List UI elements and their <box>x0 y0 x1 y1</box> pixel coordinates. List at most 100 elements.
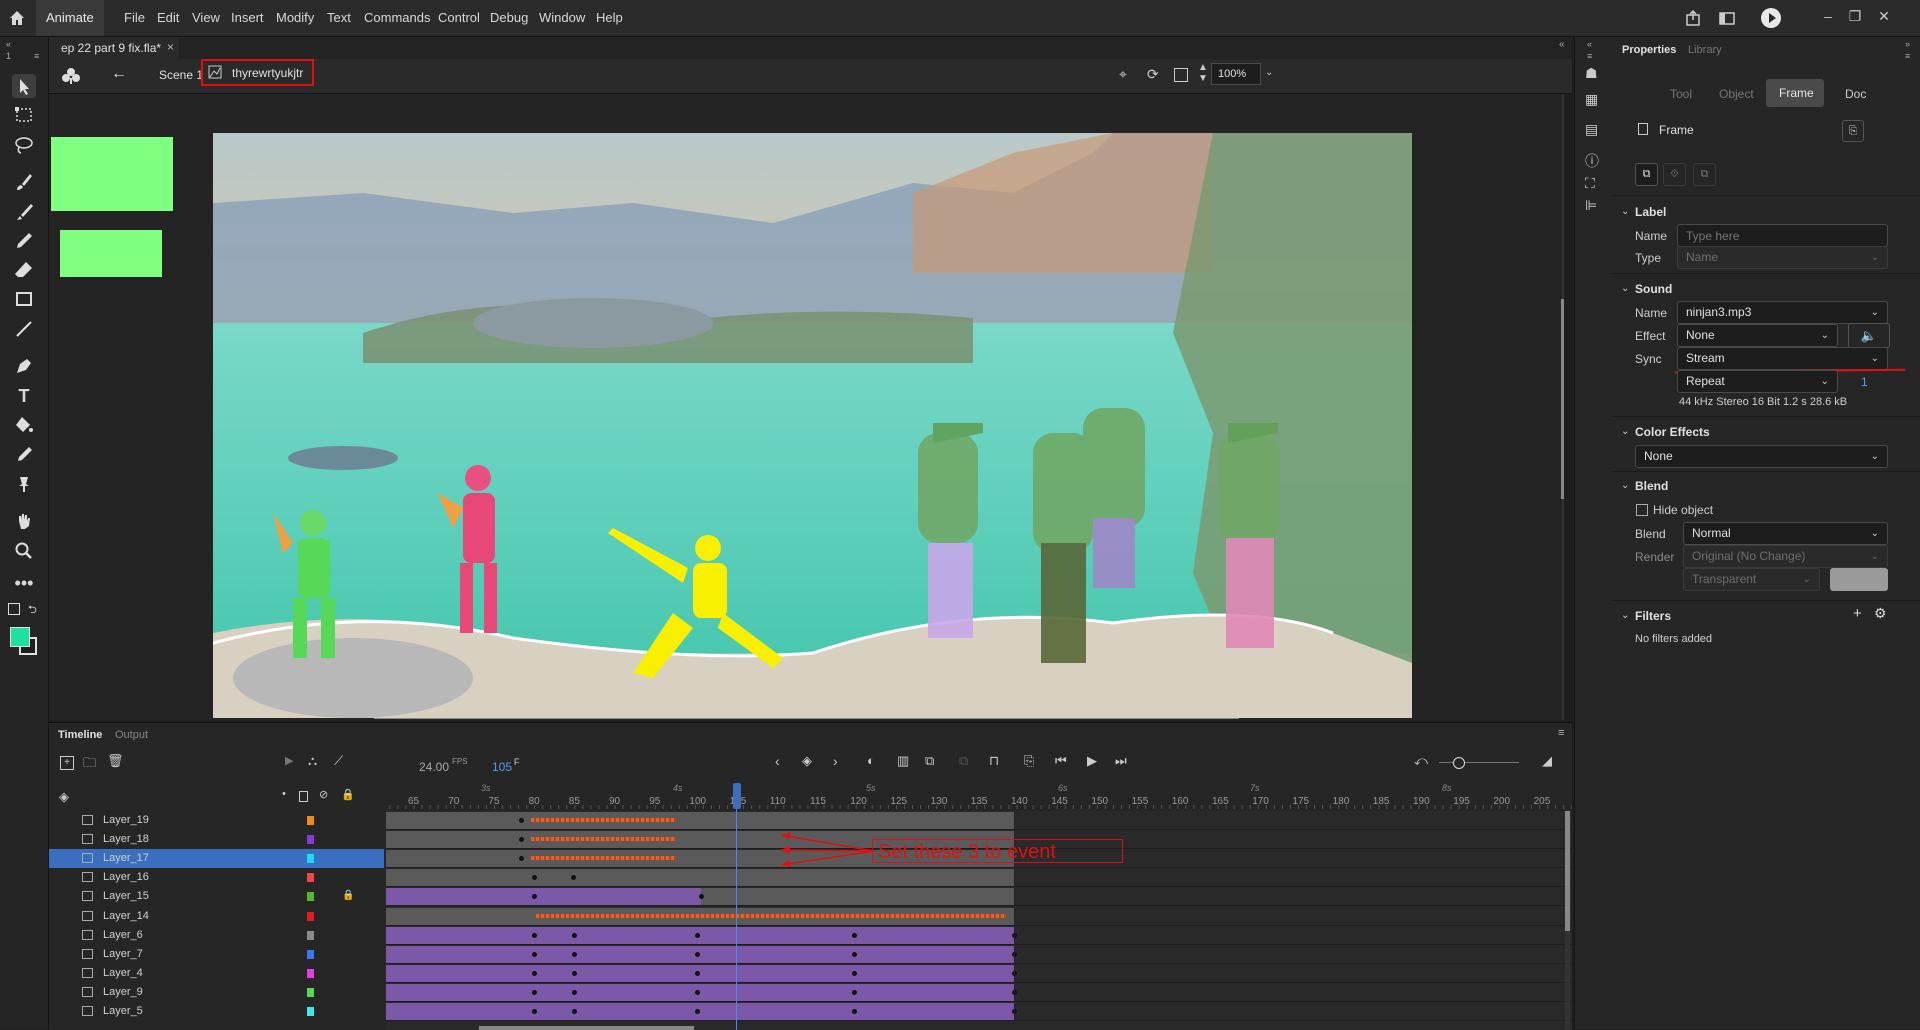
pasteboard-vertical-scrollbar[interactable] <box>1561 94 1564 720</box>
default-colors-icon[interactable]: ⮌ <box>28 601 37 620</box>
info-icon[interactable]: ⓘ <box>1585 151 1599 171</box>
insert-frame-icon[interactable]: ⊓ <box>989 753 999 769</box>
create-tween-icon[interactable]: ⧉ <box>925 753 934 769</box>
layer-color-swatch[interactable] <box>307 816 314 825</box>
layer-row[interactable]: Layer_6 <box>49 926 384 945</box>
layer-row[interactable]: Layer_17 <box>49 849 384 869</box>
collapse-toolbar-icon[interactable]: « <box>6 39 11 49</box>
subtab-frame[interactable]: Frame <box>1766 79 1824 107</box>
lasso-tool-icon[interactable] <box>12 133 36 157</box>
timeline-menu-icon[interactable]: ≡ <box>1558 727 1564 739</box>
stage-canvas[interactable] <box>213 133 1412 718</box>
zoom-field[interactable]: 100% <box>1211 63 1261 85</box>
frame-row[interactable] <box>386 1002 1572 1021</box>
frame-row[interactable] <box>386 983 1572 1002</box>
sound-effect-dropdown[interactable]: None ⌄ <box>1677 324 1838 347</box>
zoom-tool-icon[interactable] <box>12 539 36 563</box>
keyframe-dot[interactable] <box>572 970 577 976</box>
menu-file[interactable]: File <box>124 10 145 25</box>
color-effects-dropdown[interactable]: None ⌄ <box>1635 445 1888 468</box>
timeline-zoom-slider[interactable] <box>1439 757 1519 769</box>
menu-commands[interactable]: Commands <box>364 10 430 25</box>
sound-section-chevron[interactable]: ⌄ <box>1621 283 1629 294</box>
center-frame-icon[interactable]: ⤺ <box>1414 753 1428 769</box>
keyframe-dot[interactable] <box>519 818 524 823</box>
layer-color-swatch[interactable] <box>307 911 314 921</box>
eyedropper-tool-icon[interactable] <box>12 443 36 467</box>
sound-name-dropdown[interactable]: ninjan3.mp3 ⌄ <box>1677 301 1888 324</box>
label-section-chevron[interactable]: ⌄ <box>1621 206 1629 217</box>
tab-properties[interactable]: Properties <box>1622 44 1676 56</box>
frame-options-icon[interactable]: ⎘ <box>1842 120 1864 142</box>
layer-color-swatch[interactable] <box>307 854 314 864</box>
fps-value[interactable]: 24.00 <box>419 760 449 774</box>
menu-view[interactable]: View <box>192 10 220 25</box>
menu-control[interactable]: Control <box>438 10 480 25</box>
text-tool-icon[interactable]: T <box>12 384 36 408</box>
workspace-icon[interactable] <box>1718 9 1736 27</box>
app-name-button[interactable]: Animate <box>36 0 104 36</box>
layer-color-swatch[interactable] <box>307 987 314 997</box>
frame-span[interactable] <box>386 983 1014 1001</box>
layer-row[interactable]: Layer_7 <box>49 945 384 964</box>
keyframe-dot[interactable] <box>532 951 537 957</box>
classic-brush-tool-icon[interactable] <box>12 200 36 224</box>
align-icon[interactable]: ⊫ <box>1585 197 1597 214</box>
frame-span[interactable] <box>386 869 1014 887</box>
label-type-dropdown[interactable]: Name ⌄ <box>1677 246 1888 269</box>
restore-icon[interactable]: ❐ <box>1845 6 1865 26</box>
assets-icon[interactable]: ☗ <box>1585 65 1598 82</box>
next-keyframe-icon[interactable]: › <box>833 753 838 769</box>
transform-icon[interactable]: ⛶ <box>1585 175 1595 192</box>
keyframe-dot[interactable] <box>852 1009 857 1014</box>
blend-dropdown[interactable]: Normal ⌄ <box>1683 522 1888 545</box>
selection-tool-icon[interactable] <box>12 74 36 98</box>
rotate-stage-icon[interactable]: ⟳ <box>1147 66 1159 83</box>
menu-debug[interactable]: Debug <box>490 10 528 25</box>
render-background-dropdown[interactable]: Transparent ⌄ <box>1683 568 1820 591</box>
layer-color-swatch[interactable] <box>307 968 314 978</box>
timeline-resize-icon[interactable]: ◢ <box>1542 753 1552 769</box>
frame-row[interactable] <box>386 945 1572 964</box>
swatches-icon[interactable]: ▦ <box>1585 91 1598 108</box>
menu-modify[interactable]: Modify <box>276 10 314 25</box>
filters-section-chevron[interactable]: ⌄ <box>1621 610 1629 621</box>
minimize-icon[interactable]: – <box>1818 6 1838 26</box>
layer-row[interactable]: Layer_9 <box>49 983 384 1002</box>
layer-parenting-icon[interactable]: ⛬ <box>308 753 317 769</box>
toolbar-menu-icon[interactable]: ≡ <box>34 51 39 61</box>
frame-span[interactable] <box>386 1003 1014 1020</box>
scene-breadcrumb[interactable]: Scene 1 <box>159 68 203 82</box>
pasteboard-green-rect-large[interactable] <box>51 137 173 211</box>
edit-symbols-icon[interactable] <box>61 66 81 86</box>
step-back-icon[interactable]: ⏮ <box>1055 753 1067 769</box>
asset-warp-tool-icon[interactable] <box>12 472 36 496</box>
layer-color-swatch[interactable] <box>307 835 314 845</box>
keyframe-dot[interactable] <box>572 989 577 995</box>
props-menu-icon[interactable]: ≡ <box>1905 51 1910 61</box>
new-layer-icon[interactable]: + <box>60 756 74 770</box>
layer-color-swatch[interactable] <box>307 949 314 959</box>
layer-color-swatch[interactable] <box>307 1007 314 1016</box>
collapse-right-icon[interactable]: « <box>1587 39 1592 49</box>
frame-row[interactable] <box>386 887 1572 907</box>
frame-span[interactable] <box>386 812 1014 829</box>
sound-repeat-dropdown[interactable]: Repeat ⌄ <box>1677 370 1838 393</box>
color-effects-chevron[interactable]: ⌄ <box>1621 426 1629 437</box>
menu-window[interactable]: Window <box>539 10 585 25</box>
step-forward-icon[interactable]: ⏭ <box>1115 753 1127 769</box>
outline-layers-icon[interactable] <box>299 791 308 802</box>
frame-span[interactable] <box>386 888 701 906</box>
render-dropdown[interactable]: Original (No Change) ⌄ <box>1683 545 1888 568</box>
lock-all-icon[interactable]: 🔒 <box>341 788 355 801</box>
menu-text[interactable]: Text <box>327 10 351 25</box>
keyframe-dot[interactable] <box>852 932 857 938</box>
hide-object-checkbox[interactable] <box>1636 504 1648 516</box>
eraser-tool-icon[interactable] <box>12 258 36 282</box>
frame-span[interactable] <box>386 945 1014 963</box>
keyframe-dot[interactable] <box>532 989 537 995</box>
onion-skin-icon[interactable]: ◐ <box>867 753 875 768</box>
layer-row[interactable]: Layer_4 <box>49 964 384 983</box>
lock-icon[interactable]: 🔒 <box>342 890 354 901</box>
close-tab-icon[interactable]: × <box>167 40 174 54</box>
